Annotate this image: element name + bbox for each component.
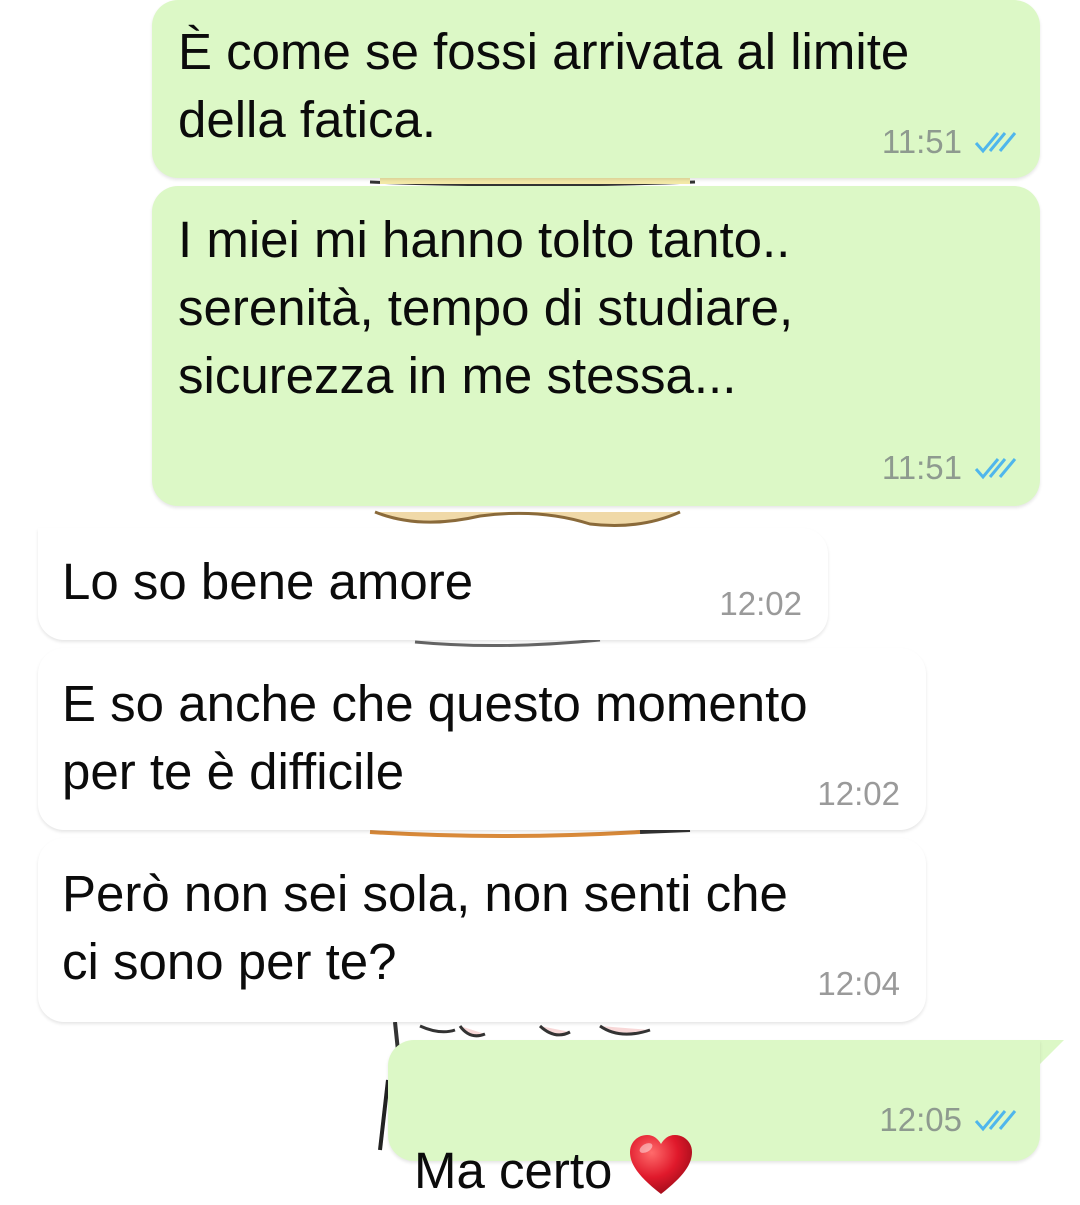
message-time: 12:02 [817,775,900,812]
message-text: E so anche che questo momento per te è d… [62,675,808,800]
message-text: Lo so bene amore [62,553,474,610]
message-meta: 12:02 [719,584,802,624]
message-text: È come se fossi arrivata al limite della… [178,23,910,148]
message-meta: 12:02 [817,774,900,814]
double-check-read-icon [974,132,1017,154]
message-bubble-outgoing[interactable]: Ma certo 12:05 [388,1040,1040,1199]
message-text: Però non sei sola, non senti che ci sono… [62,865,788,990]
double-check-read-icon [974,1110,1017,1132]
message-time: 12:04 [817,965,900,1002]
message-bubble-incoming[interactable]: E so anche che questo momento per te è d… [38,648,926,830]
message-bubble-outgoing[interactable]: I miei mi hanno tolto tanto.. serenità, … [152,186,1040,506]
message-meta: 11:51 [882,448,1018,488]
message-meta: 12:05 [879,1100,1018,1140]
message-bubble-incoming[interactable]: Lo so bene amore 12:02 [38,528,828,640]
message-time: 11:51 [881,449,962,486]
message-bubble-outgoing[interactable]: È come se fossi arrivata al limite della… [152,0,1040,178]
message-text: Ma certo [414,1066,694,1205]
message-meta: 11:51 [882,122,1018,162]
message-time: 12:05 [879,1101,962,1138]
message-text: I miei mi hanno tolto tanto.. serenità, … [178,211,794,404]
double-check-read-icon [974,458,1017,480]
message-text-content: Ma certo [414,1142,613,1199]
heart-icon [630,1135,693,1194]
message-meta: 12:04 [817,964,900,1004]
message-time: 11:51 [881,123,962,160]
message-bubble-incoming[interactable]: Però non sei sola, non senti che ci sono… [38,838,926,1022]
message-time: 12:02 [719,585,802,622]
